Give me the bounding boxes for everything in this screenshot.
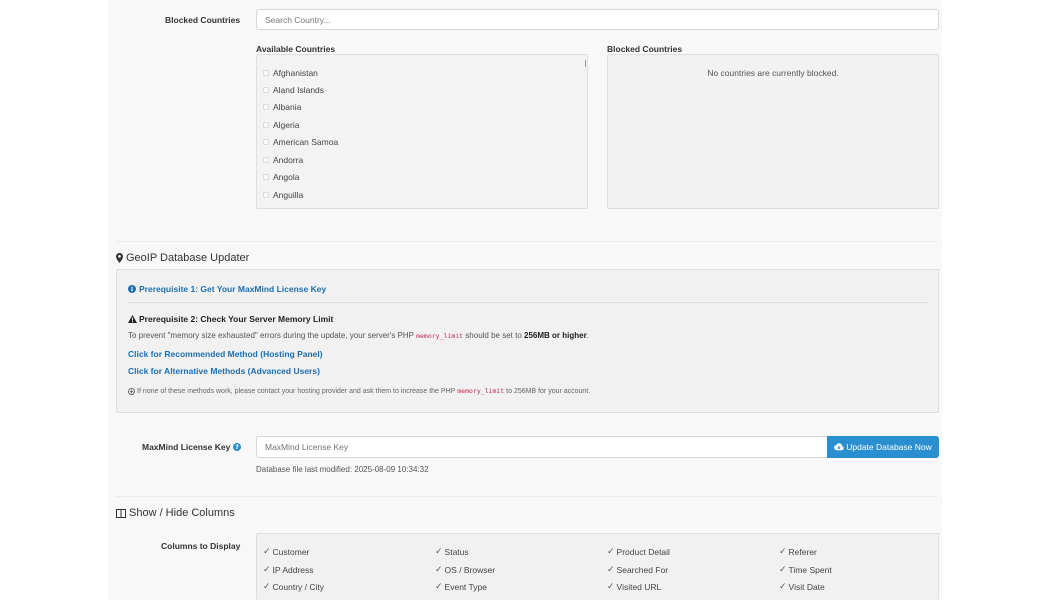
column-toggle[interactable]: ✓ Searched For [607, 564, 668, 575]
cloud-download-icon [834, 443, 845, 451]
scrollbar-thumb[interactable] [585, 60, 586, 67]
columns-checklist: ✓ Customer ✓ Status ✓ Product Detail ✓ Refer… [256, 533, 939, 600]
columns-to-display-label: Columns to Display [161, 541, 241, 551]
info-circle-icon [128, 285, 136, 293]
divider [128, 302, 928, 303]
plus-circle-icon [128, 387, 135, 395]
blocked-countries-label: Blocked Countries [165, 15, 241, 25]
blocked-countries-title: Blocked Countries [607, 44, 683, 54]
country-item[interactable]: Andorra [263, 155, 303, 165]
column-toggle[interactable]: ✓ Referer [779, 546, 817, 557]
checkbox[interactable] [263, 104, 269, 110]
geoip-section-title: GeoIP Database Updater [116, 252, 249, 264]
available-countries-title: Available Countries [256, 44, 336, 54]
country-item[interactable]: Albania [263, 102, 301, 112]
svg-text:?: ? [236, 444, 240, 451]
columns-section-title: Show / Hide Columns [116, 507, 235, 519]
country-item[interactable]: American Samoa [263, 137, 338, 147]
empty-message: No countries are currently blocked. [707, 68, 839, 78]
divider [116, 496, 938, 497]
check-icon: ✓ [435, 581, 443, 591]
checkbox[interactable] [263, 87, 269, 93]
check-icon: ✓ [779, 546, 787, 556]
country-item[interactable]: Aland Islands [263, 85, 324, 95]
check-icon: ✓ [435, 546, 443, 556]
check-icon: ✓ [779, 581, 787, 591]
warning-icon [128, 315, 137, 323]
column-toggle[interactable]: ✓ Visit Date [779, 581, 825, 592]
prerequisite-1-link[interactable]: Prerequisite 1: Get Your MaxMind License… [128, 284, 326, 294]
country-item[interactable]: Angola [263, 172, 299, 182]
license-key-input[interactable] [256, 436, 828, 458]
check-icon: ✓ [435, 564, 443, 574]
column-toggle[interactable]: ✓ OS / Browser [435, 564, 495, 575]
recommended-method-link[interactable]: Click for Recommended Method (Hosting Pa… [128, 349, 323, 359]
column-toggle[interactable]: ✓ Status [435, 546, 469, 557]
check-icon: ✓ [263, 546, 271, 556]
prerequisite-2-heading: Prerequisite 2: Check Your Server Memory… [128, 314, 333, 324]
column-toggle[interactable]: ✓ Time Spent [779, 564, 832, 575]
check-icon: ✓ [263, 564, 271, 574]
alternative-methods-link[interactable]: Click for Alternative Methods (Advanced … [128, 366, 320, 376]
map-marker-icon [116, 253, 123, 263]
check-icon: ✓ [607, 564, 615, 574]
blocked-countries-list: No countries are currently blocked. [607, 54, 939, 209]
checkbox[interactable] [263, 139, 269, 145]
memory-note: If none of these methods work, please co… [128, 387, 590, 395]
checkbox[interactable] [263, 174, 269, 180]
checkbox[interactable] [263, 70, 269, 76]
update-database-button[interactable]: Update Database Now [827, 436, 939, 458]
country-item[interactable]: Anguilla [263, 190, 303, 200]
license-key-label: MaxMind License Key ? [142, 442, 242, 452]
available-countries-list[interactable]: Afghanistan Aland Islands Albania Algeri… [256, 54, 588, 209]
country-item[interactable]: Afghanistan [263, 68, 318, 78]
checkbox[interactable] [263, 192, 269, 198]
checkbox[interactable] [263, 157, 269, 163]
geoip-info-box: Prerequisite 1: Get Your MaxMind License… [116, 269, 939, 413]
column-toggle[interactable]: ✓ Visited URL [607, 581, 661, 592]
divider [116, 241, 938, 242]
memory-instruction: To prevent "memory size exhausted" error… [128, 331, 589, 340]
column-toggle[interactable]: ✓ Country / City [263, 581, 324, 592]
country-item[interactable]: Algeria [263, 120, 299, 130]
checkbox[interactable] [263, 122, 269, 128]
column-toggle[interactable]: ✓ IP Address [263, 564, 314, 575]
column-toggle[interactable]: ✓ Event Type [435, 581, 487, 592]
country-search-input[interactable] [256, 9, 939, 30]
column-toggle[interactable]: ✓ Product Detail [607, 546, 670, 557]
column-toggle[interactable]: ✓ Customer [263, 546, 309, 557]
memory-limit-code: memory_limit [416, 332, 464, 340]
check-icon: ✓ [607, 581, 615, 591]
question-circle-icon[interactable]: ? [233, 443, 242, 451]
check-icon: ✓ [263, 581, 271, 591]
check-icon: ✓ [607, 546, 615, 556]
check-icon: ✓ [779, 564, 787, 574]
last-modified-text: Database file last modified: 2025-08-09 … [256, 465, 429, 474]
columns-icon [116, 508, 126, 518]
